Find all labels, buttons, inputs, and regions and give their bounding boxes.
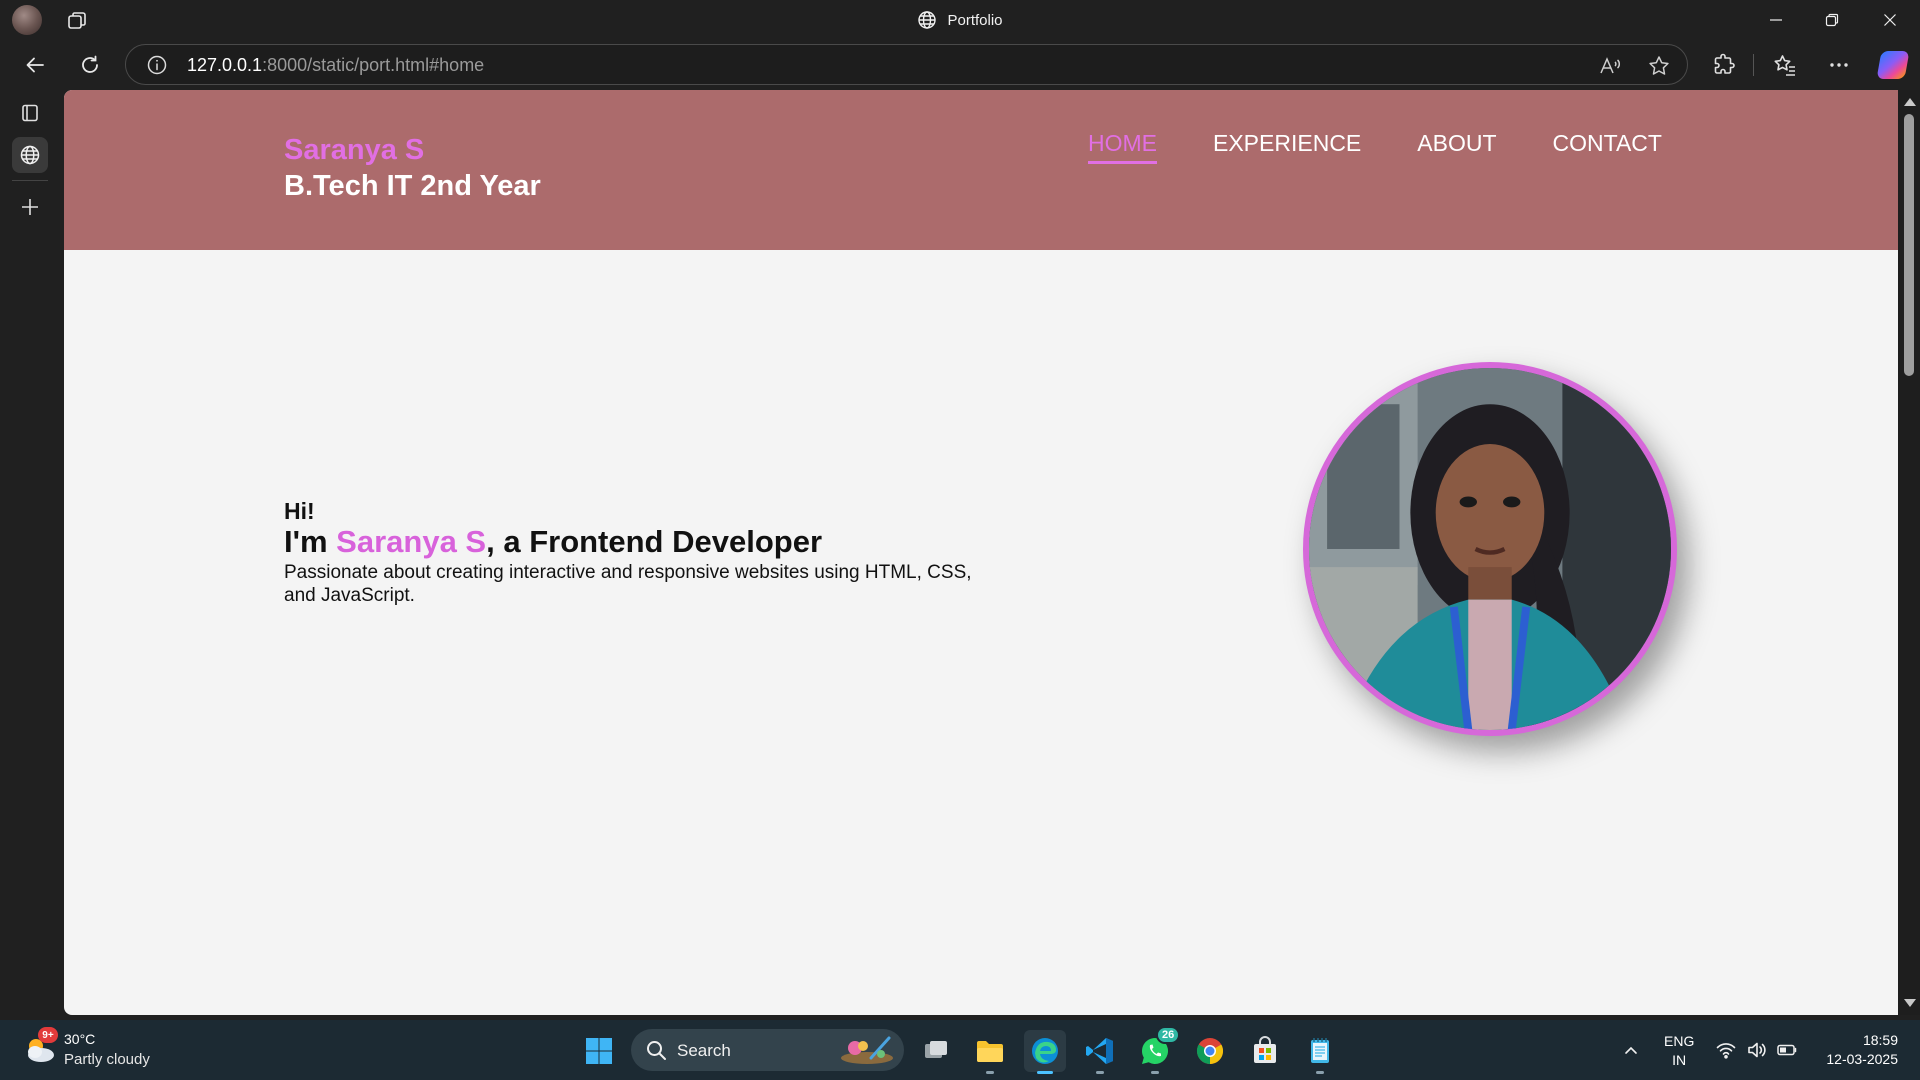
edge-button[interactable]: [1024, 1030, 1066, 1074]
notepad-icon: [1311, 1038, 1329, 1063]
language-code: ENG: [1664, 1033, 1695, 1049]
nav-link-experience[interactable]: EXPERIENCE: [1213, 130, 1361, 164]
clock-date: 12-03-2025: [1826, 1051, 1898, 1067]
hero-heading: I'm Saranya S, a Frontend Developer: [284, 525, 984, 559]
address-bar[interactable]: 127.0.0.1:8000/static/port.html#home: [125, 44, 1688, 85]
whatsapp-unread-badge: 26: [1156, 1026, 1181, 1044]
new-tab-button[interactable]: [12, 189, 48, 225]
close-button[interactable]: [1862, 0, 1918, 40]
show-hidden-icons-chevron-icon[interactable]: [1621, 1040, 1641, 1060]
vscode-button[interactable]: [1079, 1030, 1121, 1074]
wifi-icon[interactable]: [1715, 1039, 1737, 1061]
search-label: Search: [677, 1041, 731, 1060]
chrome-button[interactable]: [1189, 1030, 1231, 1072]
store-icon: [1254, 1036, 1276, 1063]
hero-text: Hi! I'm Saranya S, a Frontend Developer …: [284, 498, 984, 607]
tab-panel-icon: [22, 104, 38, 122]
minimize-button[interactable]: [1748, 0, 1804, 40]
running-indicator: [986, 1071, 994, 1074]
taskbar-search[interactable]: Search: [631, 1029, 904, 1071]
notepad-button[interactable]: [1299, 1030, 1341, 1074]
nav-link-home[interactable]: HOME: [1088, 130, 1157, 164]
url-text[interactable]: 127.0.0.1:8000/static/port.html#home: [187, 55, 484, 76]
file-explorer-button[interactable]: [969, 1030, 1011, 1074]
browser-title-bar: Portfolio: [0, 0, 1920, 40]
tab-portfolio[interactable]: [12, 137, 48, 173]
running-indicator: [1096, 1071, 1104, 1074]
web-page-viewport: Saranya S B.Tech IT 2nd Year HOME EXPERI…: [64, 90, 1898, 1015]
nav-link-contact[interactable]: CONTACT: [1553, 130, 1662, 164]
weather-temperature[interactable]: 30°C: [64, 1031, 95, 1047]
weather-description[interactable]: Partly cloudy: [64, 1051, 150, 1068]
url-path: :8000/static/port.html#home: [262, 55, 485, 75]
back-arrow-icon: [26, 57, 44, 73]
page-scrollbar[interactable]: [1898, 90, 1920, 1015]
browser-toolbar: 127.0.0.1:8000/static/port.html#home: [0, 40, 1920, 90]
hero-intro-prefix: I'm: [284, 524, 337, 559]
language-indicator[interactable]: ENG IN: [1664, 1032, 1694, 1070]
window-title-text: Portfolio: [947, 11, 1003, 29]
vscode-icon: [1086, 1038, 1113, 1064]
task-view-icon: [925, 1041, 947, 1058]
hero-name: Saranya S: [336, 524, 487, 559]
extensions-icon[interactable]: [1711, 52, 1737, 78]
clock-time: 18:59: [1862, 1032, 1898, 1048]
search-icon: [645, 1039, 667, 1061]
refresh-button[interactable]: [75, 50, 105, 80]
read-aloud-icon[interactable]: [1598, 54, 1622, 78]
globe-icon: [918, 11, 937, 29]
copilot-icon[interactable]: [1876, 51, 1910, 79]
url-host: 127.0.0.1: [187, 55, 263, 75]
whatsapp-button[interactable]: 26: [1134, 1026, 1181, 1074]
scrollbar-thumb[interactable]: [1904, 114, 1914, 376]
running-indicator: [1316, 1071, 1324, 1074]
windows-taskbar: 9+ 30°C Partly cloudy Search 26 ENG IN 1…: [0, 1020, 1920, 1080]
tab-actions-menu-button[interactable]: [12, 95, 48, 131]
back-button[interactable]: [20, 50, 50, 80]
globe-icon: [20, 145, 40, 165]
star-icon[interactable]: [1647, 54, 1671, 78]
vertical-tabs-sidebar: [0, 90, 64, 1020]
hero-intro-suffix: , a Frontend Developer: [486, 524, 823, 559]
toolbar-separator: [1753, 54, 1754, 76]
running-indicator: [1037, 1071, 1053, 1074]
favorites-icon[interactable]: [1772, 52, 1798, 78]
region-code: IN: [1672, 1052, 1687, 1068]
running-indicator: [1151, 1071, 1159, 1074]
refresh-icon: [82, 55, 98, 73]
brand-name: Saranya S: [284, 134, 425, 166]
brand-subtitle: B.Tech IT 2nd Year: [284, 170, 541, 202]
more-icon[interactable]: [1826, 52, 1852, 78]
hero-greeting: Hi!: [284, 498, 315, 524]
site-header: Saranya S B.Tech IT 2nd Year HOME EXPERI…: [64, 90, 1898, 250]
battery-icon[interactable]: [1776, 1039, 1798, 1061]
start-button[interactable]: [578, 1030, 620, 1072]
hero-description: Passionate about creating interactive an…: [284, 562, 972, 606]
nav-link-about[interactable]: ABOUT: [1417, 130, 1496, 164]
task-view-button[interactable]: [915, 1030, 957, 1072]
store-button[interactable]: [1244, 1030, 1286, 1072]
plus-icon: [22, 199, 38, 215]
window-title: Portfolio: [0, 0, 1920, 40]
scroll-up-arrow-icon[interactable]: [1904, 98, 1916, 106]
site-nav: HOME EXPERIENCE ABOUT CONTACT: [1088, 130, 1662, 164]
windows-logo-icon: [586, 1038, 612, 1064]
info-icon[interactable]: [146, 54, 168, 76]
restore-button[interactable]: [1804, 0, 1860, 40]
folder-icon: [977, 1041, 1003, 1062]
volume-icon[interactable]: [1746, 1039, 1768, 1061]
edge-icon: [1032, 1038, 1058, 1064]
scroll-down-arrow-icon[interactable]: [1904, 999, 1916, 1007]
system-clock[interactable]: 18:59 12-03-2025: [1810, 1031, 1898, 1069]
chrome-icon: [1196, 1038, 1224, 1065]
sidebar-divider: [12, 180, 48, 181]
search-highlight-art-icon: [837, 1034, 897, 1066]
weather-alert-badge: 9+: [38, 1027, 58, 1043]
profile-photo: [1303, 362, 1677, 736]
